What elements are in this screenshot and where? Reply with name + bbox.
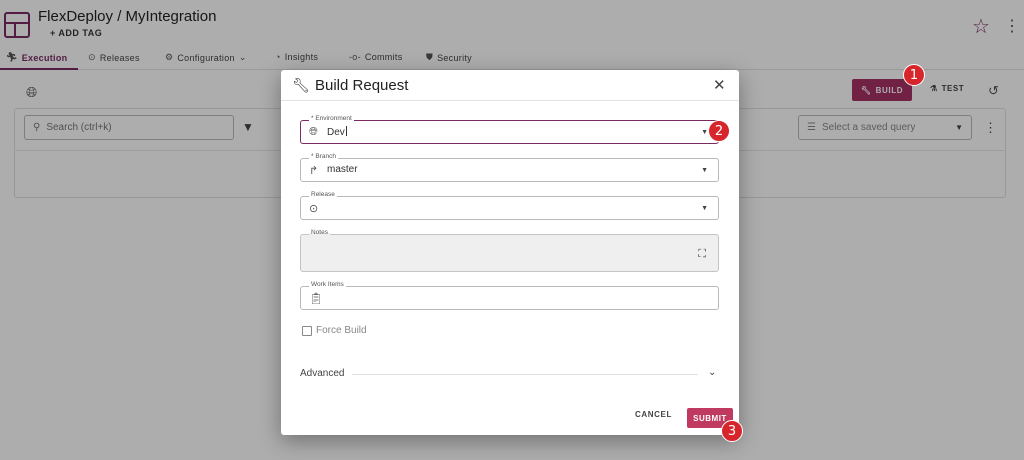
dialog-header: 🔧︎ Build Request ✕ — [281, 70, 739, 101]
release-select[interactable]: Release ⊙ ▼ — [300, 191, 719, 220]
step-badge-2: 2 — [708, 120, 730, 142]
environment-select[interactable]: * Environment 🌐︎ Dev ▼ — [300, 115, 719, 144]
chevron-down-icon: ⌄ — [708, 367, 717, 378]
notes-label: Notes — [309, 229, 330, 237]
clipboard-list-icon: 📋︎ — [309, 293, 323, 305]
dropdown-caret-icon: ▼ — [701, 129, 708, 136]
work-items-input[interactable]: Work Items 📋︎ — [300, 281, 719, 310]
branch-select[interactable]: * Branch ↱ master ▼ — [300, 153, 719, 182]
release-icon: ⊙ — [309, 203, 319, 215]
dropdown-caret-icon: ▼ — [701, 167, 708, 174]
force-build-row: Force Build — [302, 325, 367, 336]
work-items-label: Work Items — [309, 281, 346, 289]
divider — [352, 374, 698, 375]
build-request-dialog: 🔧︎ Build Request ✕ * Environment 🌐︎ Dev … — [281, 70, 739, 435]
force-build-label: Force Build — [316, 325, 367, 336]
notes-textarea[interactable]: Notes ⛶ — [300, 229, 719, 272]
cancel-button[interactable]: CANCEL — [635, 410, 672, 419]
force-build-checkbox[interactable] — [302, 325, 312, 336]
close-icon[interactable]: ✕ — [713, 76, 726, 94]
step-badge-3: 3 — [721, 420, 743, 442]
environment-label: * Environment — [309, 115, 354, 123]
dialog-title: Build Request — [315, 77, 409, 94]
release-label: Release — [309, 191, 337, 199]
dropdown-caret-icon: ▼ — [701, 205, 708, 212]
branch-value: master — [327, 164, 358, 175]
step-badge-1: 1 — [903, 64, 925, 86]
wrench-icon: 🔧︎ — [292, 77, 310, 93]
branch-label: * Branch — [309, 153, 338, 161]
environment-value: Dev — [327, 126, 347, 138]
advanced-expander[interactable]: Advanced ⌄ — [300, 367, 719, 382]
globe-icon: 🌐︎ — [309, 126, 318, 138]
fullscreen-expand-icon[interactable]: ⛶ — [698, 248, 706, 261]
branch-icon: ↱ — [309, 165, 319, 177]
advanced-label: Advanced — [300, 368, 345, 379]
